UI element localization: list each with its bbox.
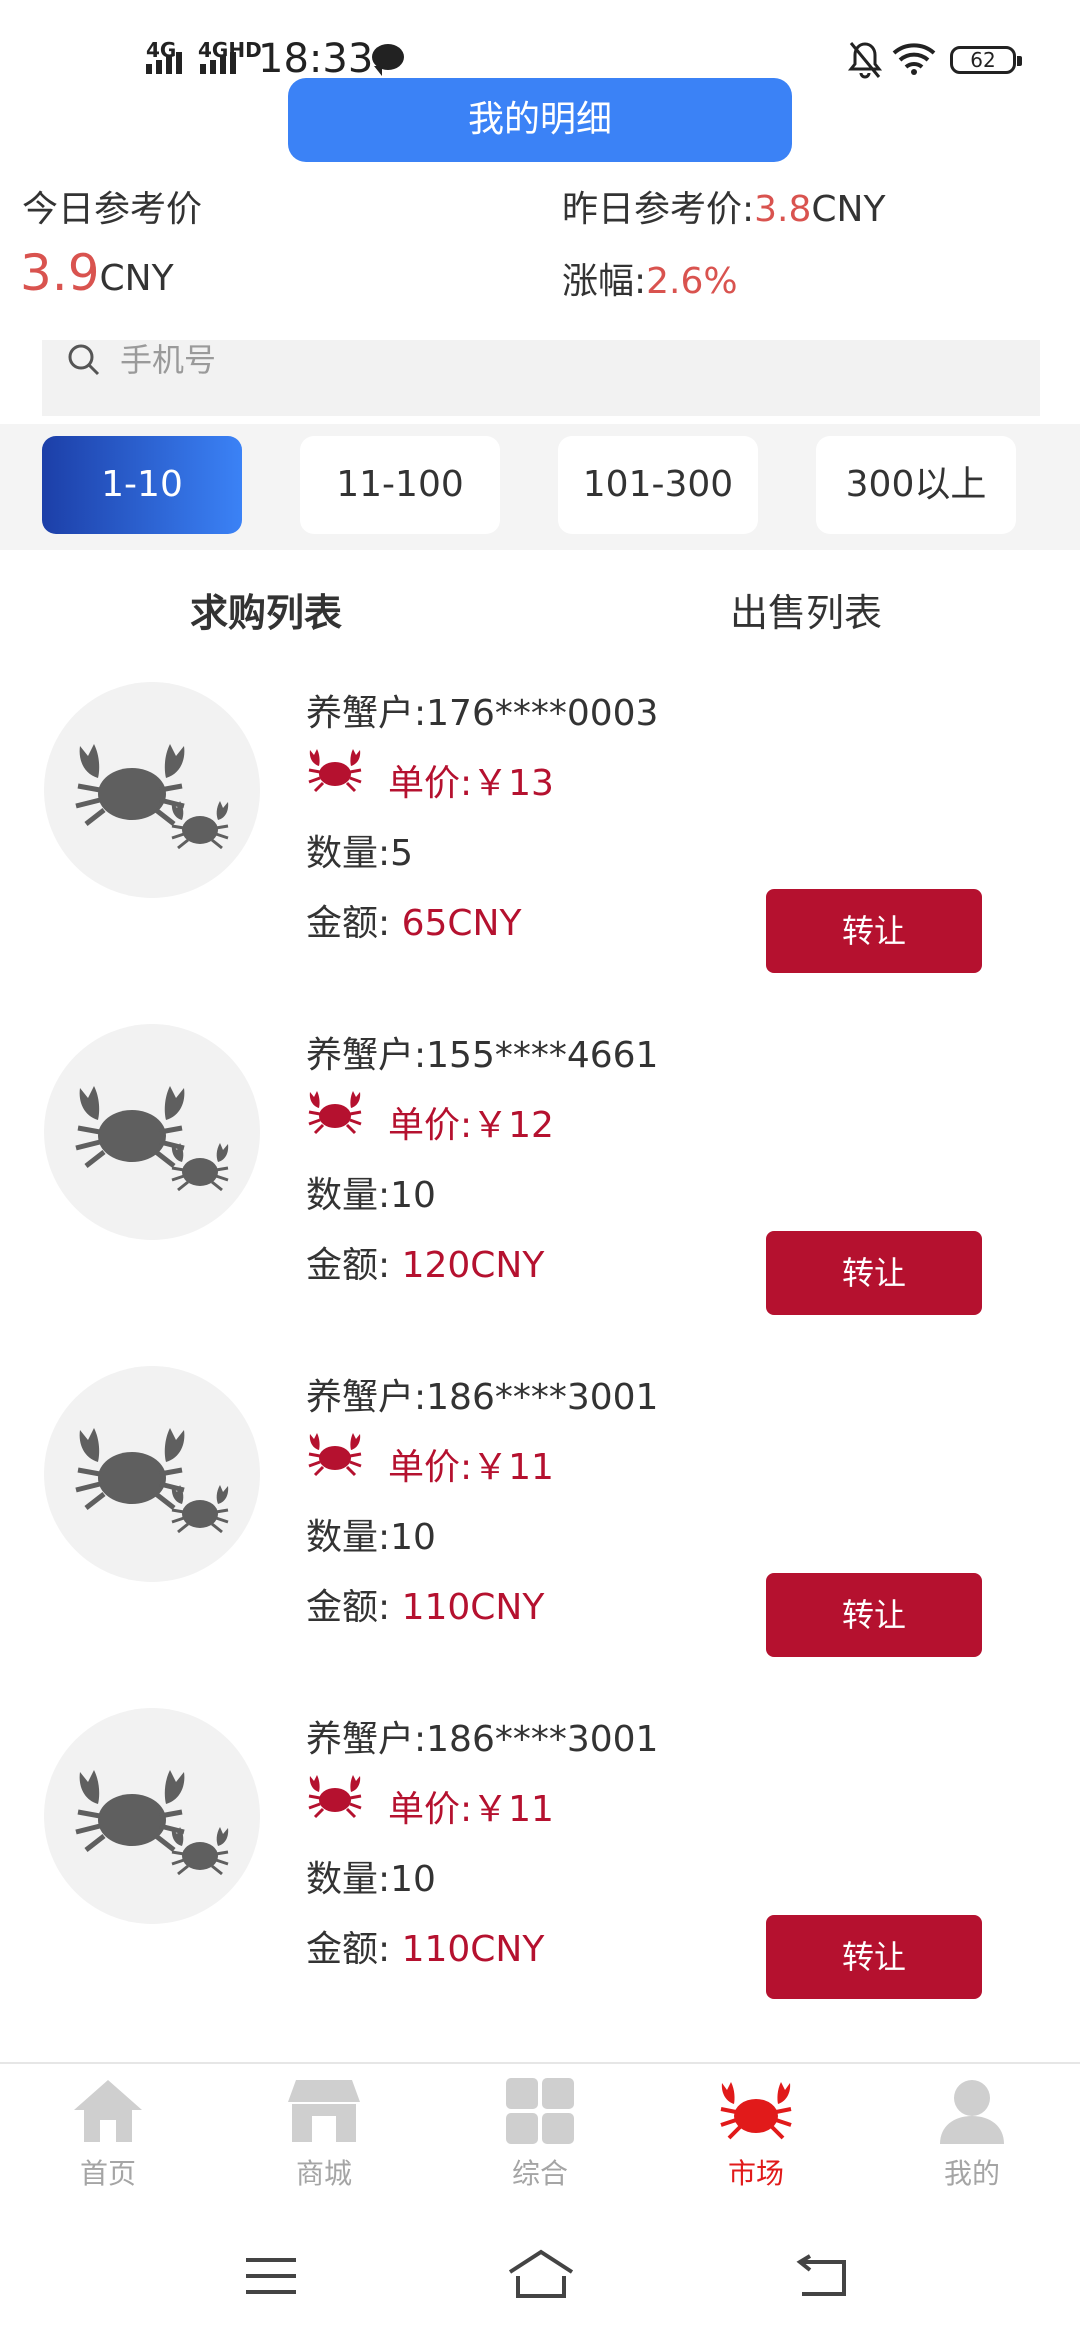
crab-icon [308,749,362,793]
wifi-icon [892,43,936,75]
crab-icon [308,1433,362,1477]
amount: 金额: 120CNY [306,1236,544,1288]
nav-label-market: 市场 [727,2157,784,2190]
today-price: 3.9CNY [20,244,174,302]
farmer-id: 养蟹户:155****4661 [306,1035,659,1076]
status-time: 18:33 [258,36,374,82]
crab-avatar [44,1366,260,1582]
crab-pair-icon [75,1086,229,1192]
price-change: 涨幅:2.6% [562,252,738,304]
today-price-unit: CNY [99,258,174,299]
amount-value: 120CNY [401,1245,545,1286]
menu-icon[interactable] [244,2254,298,2298]
farmer-id: 养蟹户:176****0003 [306,693,659,734]
crab-pair-icon [75,1770,229,1876]
range-filter-bar: 1-10 11-100 101-300 300以上 [0,424,1080,550]
signal-icon [146,52,182,74]
crab-icon [308,1091,362,1135]
quantity: 数量:5 [306,833,414,874]
unit-price: 单价:￥11 [388,1789,554,1830]
today-price-label: 今日参考价 [22,189,203,230]
list-item: 养蟹户:176****0003 单价:￥13 数量:5 金额: 65CNY 转让 [0,682,1080,1024]
tab-purchase-list[interactable]: 求购列表 [190,582,342,637]
search-input[interactable]: 手机号 [42,340,1040,416]
crab-pair-icon [75,744,229,850]
crab-avatar [44,1708,260,1924]
farmer-id: 养蟹户:186****3001 [306,1377,659,1418]
search-icon [68,344,100,376]
list-item: 养蟹户:155****4661 单价:￥12 数量:10 金额: 120CNY … [0,1024,1080,1366]
range-tab-101-300[interactable]: 101-300 [558,436,758,534]
amount-label: 金额: [306,1245,402,1286]
search-placeholder: 手机号 [120,341,217,379]
home-icon [74,2080,142,2142]
back-icon[interactable] [794,2254,850,2298]
crab-icon [720,2082,792,2140]
yesterday-price-value: 3.8 [754,189,812,230]
list-item: 养蟹户:186****3001 单价:￥11 数量:10 金额: 110CNY … [0,1366,1080,1708]
transfer-button[interactable]: 转让 [766,1573,982,1657]
list-item: 养蟹户:186****3001 单价:￥11 数量:10 金额: 110CNY … [0,1708,1080,2050]
quantity: 数量:10 [306,1517,436,1558]
quantity: 数量:10 [306,1175,436,1216]
range-tab-300-plus[interactable]: 300以上 [816,436,1016,534]
transfer-button[interactable]: 转让 [766,1915,982,1999]
nav-home[interactable]: 首页 [33,2076,183,2206]
nav-market[interactable]: 市场 [681,2076,831,2206]
crab-pair-icon [75,1428,229,1534]
amount-value: 65CNY [401,903,522,944]
nav-store[interactable]: 商城 [249,2076,399,2206]
today-price-value: 3.9 [20,244,100,302]
amount-label: 金额: [306,1587,402,1628]
amount: 金额: 110CNY [306,1578,544,1630]
grid-icon [506,2078,574,2144]
transfer-button[interactable]: 转让 [766,889,982,973]
battery-icon: 62 [950,46,1022,74]
range-tab-11-100[interactable]: 11-100 [300,436,500,534]
crab-avatar [44,682,260,898]
yesterday-price-label: 昨日参考价: [562,189,755,230]
nav-label-store: 商城 [295,2157,352,2190]
chat-notification-icon [372,44,404,76]
user-icon [940,2080,1004,2144]
yesterday-price-unit: CNY [811,189,886,230]
nav-label-home: 首页 [79,2157,136,2190]
farmer-id: 养蟹户:186****3001 [306,1719,659,1760]
amount: 金额: 110CNY [306,1920,544,1972]
quantity: 数量:10 [306,1859,436,1900]
crab-avatar [44,1024,260,1240]
yesterday-price: 昨日参考价:3.8CNY [562,180,885,232]
crab-icon [308,1775,362,1819]
signal-icon-2 [200,52,236,74]
my-details-button[interactable]: 我的明细 [288,78,792,162]
price-change-value: 2.6% [646,261,738,302]
store-icon [288,2080,360,2142]
unit-price: 单价:￥12 [388,1105,554,1146]
bottom-nav: 首页 商城 综合 市场 我的 [0,2062,1080,2212]
tab-sale-list[interactable]: 出售列表 [730,582,882,637]
amount-label: 金额: [306,903,402,944]
range-tab-1-10[interactable]: 1-10 [42,436,242,534]
amount: 金额: 65CNY [306,894,521,946]
amount-value: 110CNY [401,1929,545,1970]
unit-price: 单价:￥13 [388,763,554,804]
price-change-label: 涨幅: [562,261,647,302]
transfer-button[interactable]: 转让 [766,1231,982,1315]
system-navigation-bar [0,2212,1080,2340]
amount-label: 金额: [306,1929,402,1970]
unit-price: 单价:￥11 [388,1447,554,1488]
nav-label-mine: 我的 [943,2157,1000,2190]
bell-muted-icon [848,42,882,79]
nav-mine[interactable]: 我的 [897,2076,1047,2206]
home-nav-icon[interactable] [506,2248,576,2300]
nav-overview[interactable]: 综合 [465,2076,615,2206]
amount-value: 110CNY [401,1587,545,1628]
nav-label-overview: 综合 [511,2157,568,2190]
